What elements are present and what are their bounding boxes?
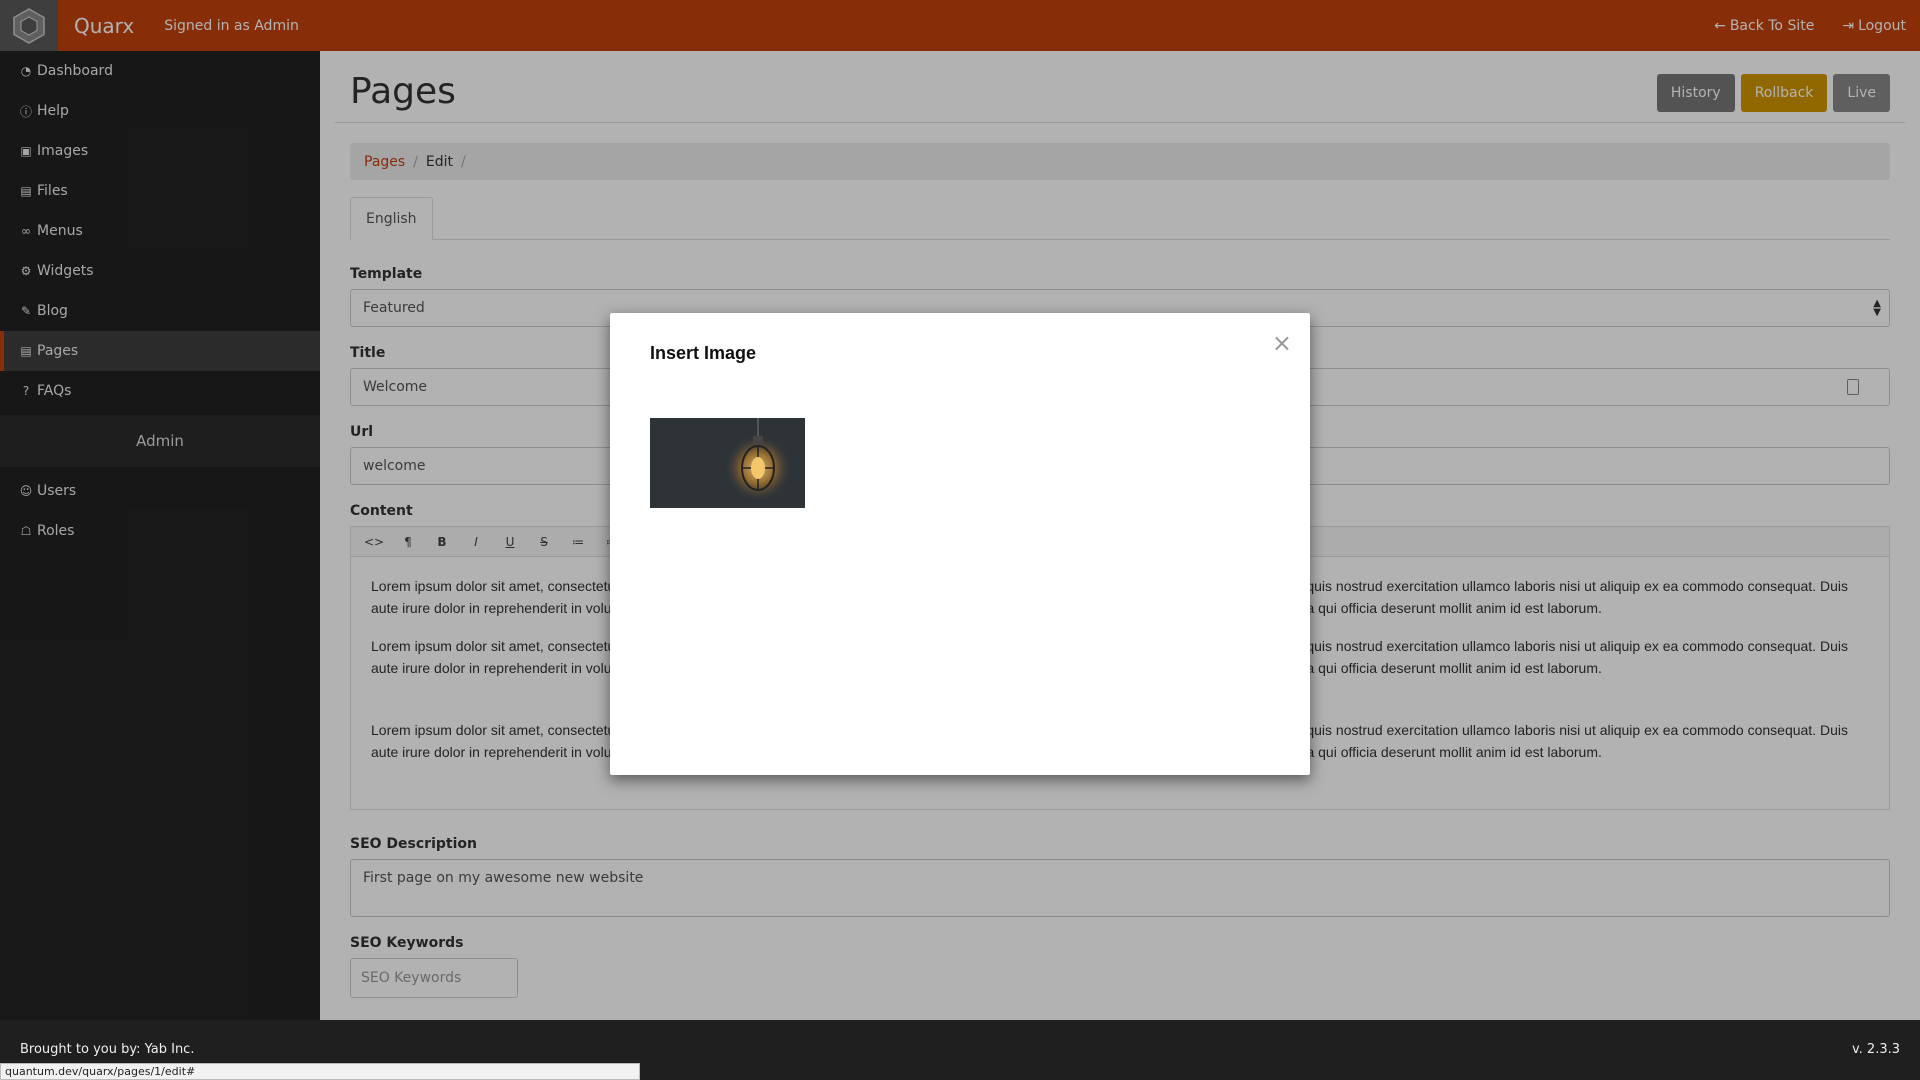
close-icon[interactable]: × [1272, 331, 1292, 355]
insert-image-modal: Insert Image × [610, 313, 1310, 775]
browser-status-url: quantum.dev/quarx/pages/1/edit# [0, 1063, 640, 1080]
lightbulb-image-icon [650, 418, 805, 508]
modal-title: Insert Image [650, 343, 757, 363]
lightbulb-image[interactable] [650, 418, 805, 508]
footer-credit: Brought to you by: Yab Inc. [20, 1042, 195, 1057]
footer-version: v. 2.3.3 [1851, 1042, 1900, 1057]
